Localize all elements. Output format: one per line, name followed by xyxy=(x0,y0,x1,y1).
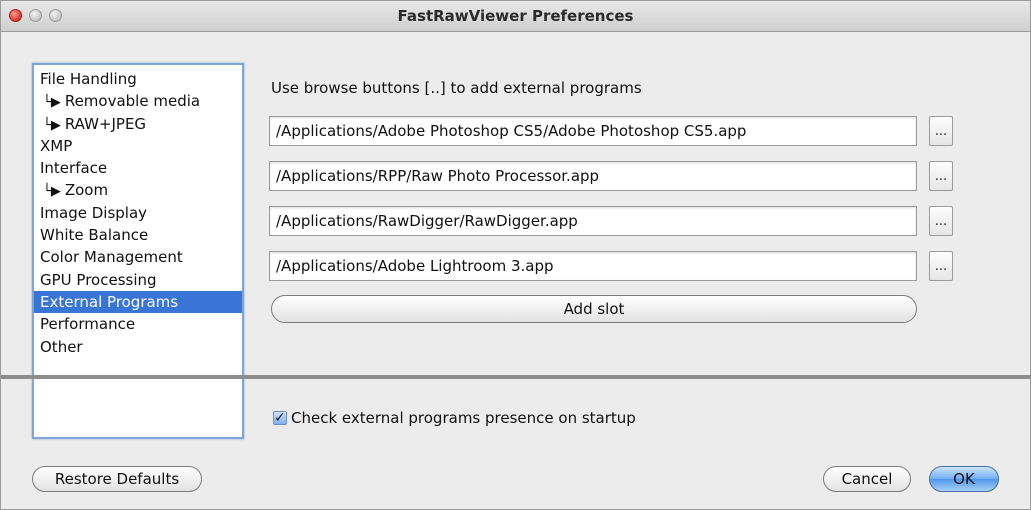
sidebar-item-white-balance[interactable]: White Balance xyxy=(34,224,242,246)
sidebar-item-external-programs[interactable]: External Programs xyxy=(34,290,242,314)
sidebar-item-label: RAW+JPEG xyxy=(64,114,147,133)
check-presence-label: Check external programs presence on star… xyxy=(291,409,636,427)
sidebar-item-other[interactable]: Other xyxy=(34,336,242,358)
window-title: FastRawViewer Preferences xyxy=(397,7,634,25)
restore-defaults-button[interactable]: Restore Defaults xyxy=(32,466,202,492)
sidebar-item-label: XMP xyxy=(40,136,73,155)
sidebar-item-performance[interactable]: Performance xyxy=(34,313,242,335)
sidebar-item-gpu-processing[interactable]: GPU Processing xyxy=(34,269,242,291)
sidebar-item-interface[interactable]: Interface xyxy=(34,157,242,179)
sidebar-item-label: White Balance xyxy=(40,226,149,245)
program-path-field-3[interactable]: /Applications/RawDigger/RawDigger.app xyxy=(269,206,917,236)
check-presence-checkbox[interactable] xyxy=(273,408,287,428)
sidebar-item-label: GPU Processing xyxy=(40,270,157,289)
subitem-arrow-icon: └▶ xyxy=(43,184,61,200)
browse-button-4[interactable]: ... xyxy=(929,251,953,281)
sidebar-item-raw-jpeg[interactable]: └▶ RAW+JPEG xyxy=(34,113,242,135)
browse-button-3[interactable]: ... xyxy=(929,206,953,236)
sidebar-item-label: Zoom xyxy=(64,181,109,200)
sidebar-item-removable-media[interactable]: └▶ Removable media xyxy=(34,90,242,112)
sidebar-item-file-handling[interactable]: File Handling xyxy=(34,68,242,90)
subitem-arrow-icon: └▶ xyxy=(43,95,61,111)
section-divider xyxy=(1,375,1031,379)
check-presence-option[interactable]: Check external programs presence on star… xyxy=(273,408,636,428)
program-path-field-4[interactable]: /Applications/Adobe Lightroom 3.app xyxy=(269,251,917,281)
browse-button-1[interactable]: ... xyxy=(929,116,953,146)
sidebar-item-label: Interface xyxy=(40,159,108,178)
preferences-category-list[interactable]: File Handling └▶ Removable media └▶ RAW+JPEG… xyxy=(32,63,244,439)
preferences-window: FastRawViewer Preferences File Handling └… xyxy=(0,0,1031,510)
sidebar-item-label: Performance xyxy=(40,315,136,334)
browse-button-2[interactable]: ... xyxy=(929,161,953,191)
cancel-button[interactable]: Cancel xyxy=(823,466,911,492)
title-bar[interactable]: FastRawViewer Preferences xyxy=(1,1,1030,32)
sidebar-item-label: Other xyxy=(40,337,83,356)
sidebar-item-label: External Programs xyxy=(40,292,179,311)
ok-button[interactable]: OK xyxy=(929,466,999,492)
sidebar-item-label: Image Display xyxy=(40,203,148,222)
program-path-field-2[interactable]: /Applications/RPP/Raw Photo Processor.ap… xyxy=(269,161,917,191)
add-slot-button[interactable]: Add slot xyxy=(271,295,917,323)
sidebar-item-color-management[interactable]: Color Management xyxy=(34,246,242,268)
instructions-text: Use browse buttons [..] to add external … xyxy=(271,79,642,97)
sidebar-item-xmp[interactable]: XMP xyxy=(34,135,242,157)
sidebar-item-zoom[interactable]: └▶ Zoom xyxy=(34,179,242,201)
sidebar-item-label: Color Management xyxy=(40,248,183,267)
sidebar-item-label: Removable media xyxy=(64,92,201,111)
subitem-arrow-icon: └▶ xyxy=(43,117,61,133)
sidebar-item-image-display[interactable]: Image Display xyxy=(34,202,242,224)
sidebar-item-label: File Handling xyxy=(40,70,137,88)
program-path-field-1[interactable]: /Applications/Adobe Photoshop CS5/Adobe … xyxy=(269,116,917,146)
